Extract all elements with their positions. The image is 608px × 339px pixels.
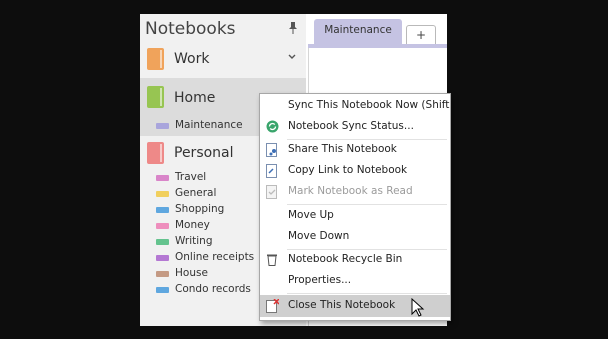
section-tab-icon (156, 123, 169, 129)
section-tab-icon (156, 191, 169, 197)
section-tab-icon (156, 207, 169, 213)
section-label: General (175, 187, 217, 199)
notebook-work[interactable]: Work (140, 42, 306, 78)
notebook-icon (147, 86, 164, 108)
recycle-bin-icon (265, 253, 279, 267)
notebook-name: Work (174, 51, 210, 67)
section-tab-icon (156, 271, 169, 277)
menu-item-properties[interactable]: Properties... (260, 271, 450, 291)
menu-item-label: Mark Notebook as Read (288, 185, 413, 197)
menu-item-mark-read: Mark Notebook as Read (260, 182, 450, 202)
section-tab-icon (156, 239, 169, 245)
sync-status-icon (265, 120, 279, 134)
menu-separator (287, 293, 447, 294)
menu-item-label: Share This Notebook (288, 143, 397, 155)
notebook-icon (147, 142, 164, 164)
menu-item-label: Move Up (288, 209, 334, 221)
add-section-tab[interactable]: + (406, 25, 436, 45)
menu-item-share[interactable]: Share This Notebook (260, 140, 450, 160)
tab-maintenance[interactable]: Maintenance (314, 19, 402, 44)
menu-item-label: Sync This Notebook Now (Shift+ (288, 99, 451, 111)
notebook-context-menu: Sync This Notebook Now (Shift+ Notebook … (259, 93, 451, 321)
menu-separator (287, 204, 447, 205)
section-tab-icon (156, 175, 169, 181)
notebook-name: Personal (174, 145, 234, 161)
share-icon (265, 143, 279, 157)
section-label: House (175, 267, 208, 279)
notebook-name: Home (174, 90, 216, 106)
menu-item-label: Move Down (288, 230, 350, 242)
menu-item-sync-status[interactable]: Notebook Sync Status... (260, 117, 450, 137)
section-label: Condo records (175, 283, 251, 295)
section-label: Shopping (175, 203, 225, 215)
section-label: Money (175, 219, 210, 231)
mouse-pointer-icon (411, 297, 425, 318)
mark-read-icon (265, 185, 279, 199)
notebooks-title: Notebooks (145, 19, 236, 39)
menu-item-copy-link[interactable]: Copy Link to Notebook (260, 161, 450, 181)
menu-item-label: Notebook Recycle Bin (288, 253, 403, 265)
section-label: Maintenance (175, 119, 243, 131)
chevron-down-icon[interactable] (288, 52, 296, 63)
menu-item-sync-now[interactable]: Sync This Notebook Now (Shift+ (260, 96, 450, 116)
menu-item-label: Copy Link to Notebook (288, 164, 408, 176)
section-label: Writing (175, 235, 213, 247)
section-tab-icon (156, 255, 169, 261)
menu-item-label: Notebook Sync Status... (288, 120, 414, 132)
menu-item-recycle-bin[interactable]: Notebook Recycle Bin (260, 250, 450, 270)
close-notebook-icon (265, 298, 280, 313)
section-label: Travel (175, 171, 207, 183)
notebook-icon (147, 48, 164, 70)
pin-icon[interactable] (288, 22, 298, 37)
section-tab-icon (156, 223, 169, 229)
copy-link-icon (265, 164, 279, 178)
section-label: Online receipts (175, 251, 255, 263)
menu-item-move-up[interactable]: Move Up (260, 206, 450, 226)
section-tab-icon (156, 287, 169, 293)
menu-item-label: Properties... (288, 274, 352, 286)
menu-item-label: Close This Notebook (288, 299, 396, 311)
menu-item-move-down[interactable]: Move Down (260, 227, 450, 247)
